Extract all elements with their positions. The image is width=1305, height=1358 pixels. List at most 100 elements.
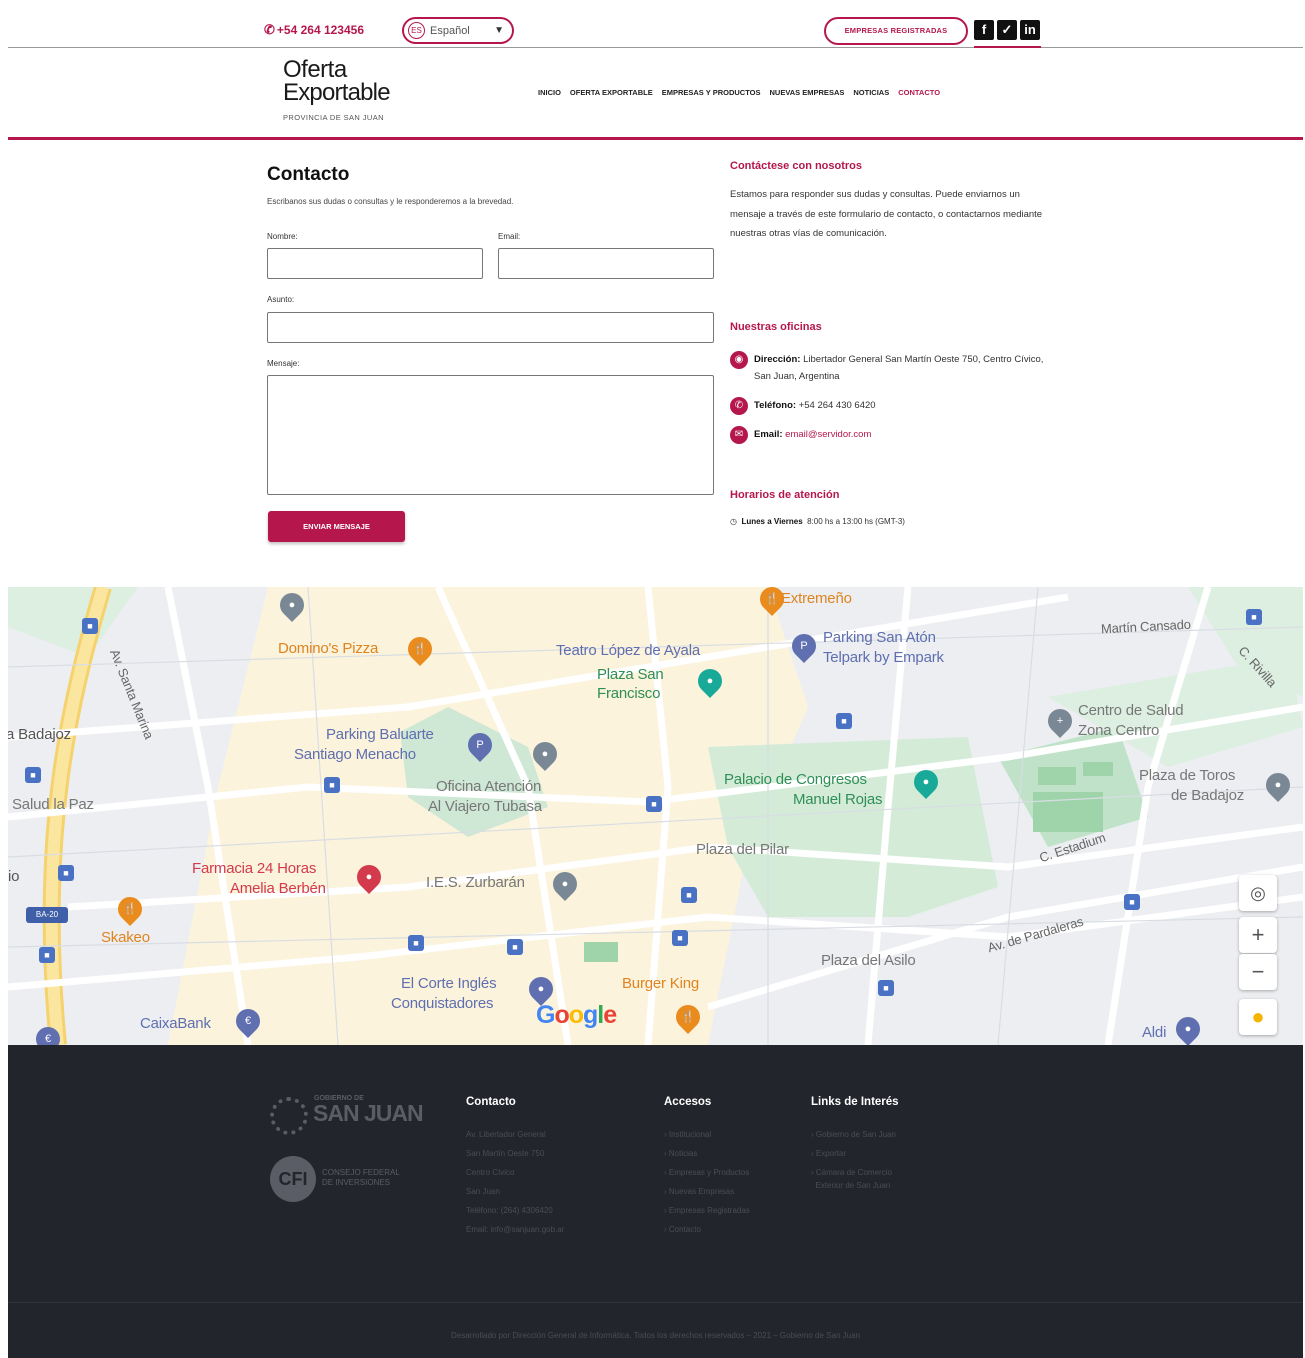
- name-field[interactable]: [267, 248, 483, 279]
- language-code-badge: ES: [408, 22, 425, 39]
- email-text: Email: email@servidor.com: [754, 426, 871, 444]
- pharmacy-pin-icon[interactable]: ●: [352, 860, 386, 894]
- main-nav: INICIO OFERTA EXPORTABLE EMPRESAS Y PROD…: [538, 88, 940, 97]
- park-pin-icon[interactable]: ●: [693, 664, 727, 698]
- nav-noticias[interactable]: NOTICIAS: [853, 88, 889, 97]
- place-pin-icon[interactable]: ●: [1261, 768, 1295, 802]
- footer-access-link[interactable]: › Contacto: [664, 1220, 750, 1239]
- language-select[interactable]: ES Español ▼: [402, 17, 514, 44]
- map-label: I.E.S. Zurbarán: [426, 874, 525, 891]
- message-field[interactable]: [267, 375, 714, 495]
- place-pin-icon[interactable]: ●: [275, 588, 309, 622]
- bus-stop-icon[interactable]: ■: [878, 980, 894, 996]
- footer-contact-line: Teléfono: (264) 4306420: [466, 1206, 553, 1215]
- zoom-out-button[interactable]: −: [1239, 954, 1277, 990]
- footer-access-link[interactable]: › Institucional: [664, 1125, 750, 1144]
- bus-stop-icon[interactable]: ■: [25, 767, 41, 783]
- bus-stop-icon[interactable]: ■: [672, 930, 688, 946]
- phone-link[interactable]: ✆ +54 264 123456: [264, 22, 364, 38]
- bus-stop-icon[interactable]: ■: [1246, 609, 1262, 625]
- bus-stop-icon[interactable]: ■: [408, 935, 424, 951]
- hours-label: Lunes a Viernes: [741, 517, 803, 526]
- restaurant-pin-icon[interactable]: 🍴: [403, 632, 437, 666]
- subject-label: Asunto:: [267, 295, 295, 304]
- health-pin-icon[interactable]: +: [1043, 704, 1077, 738]
- footer-links-heading: Links de Interés: [811, 1096, 899, 1108]
- twitter-icon[interactable]: ✓: [997, 20, 1017, 40]
- map-label: Centro de Salud: [1078, 702, 1184, 719]
- facebook-icon[interactable]: f: [974, 20, 994, 40]
- send-message-button[interactable]: ENVIAR MENSAJE: [268, 511, 405, 542]
- pegman-icon[interactable]: ●: [1239, 999, 1277, 1035]
- map-label: Manuel Rojas: [793, 791, 883, 808]
- map-label: Teatro López de Ayala: [556, 642, 700, 659]
- footer-interest-link[interactable]: › Gobierno de San Juan: [811, 1125, 896, 1144]
- bus-stop-icon[interactable]: ■: [324, 777, 340, 793]
- form-intro: Escribanos sus dudas o consultas y le re…: [267, 197, 514, 206]
- restaurant-pin-icon[interactable]: 🍴: [671, 1000, 705, 1034]
- phone-icon: ✆: [264, 22, 275, 37]
- cfi-text: CONSEJO FEDERAL DE INVERSIONES: [322, 1168, 400, 1187]
- address-label: Dirección:: [754, 354, 801, 365]
- footer-links-list: › Gobierno de San Juan › Exportar › Cáma…: [811, 1125, 896, 1192]
- bus-stop-icon[interactable]: ■: [507, 939, 523, 955]
- footer-access-link[interactable]: › Empresas Registradas: [664, 1201, 750, 1220]
- site-header: Oferta Exportable PROVINCIA DE SAN JUAN …: [8, 48, 1303, 140]
- map-label: a Badajoz: [8, 726, 71, 743]
- email-link[interactable]: email@servidor.com: [785, 429, 871, 440]
- footer-access-link[interactable]: › Empresas y Productos: [664, 1163, 750, 1182]
- address-text: Dirección: Libertador General San Martín…: [754, 351, 1050, 385]
- school-pin-icon[interactable]: ●: [548, 867, 582, 901]
- contact-heading: Contáctese con nosotros: [730, 160, 863, 172]
- parking-pin-icon[interactable]: P: [787, 629, 821, 663]
- footer-interest-link[interactable]: Exterior de San Juan: [811, 1179, 896, 1192]
- site-logo[interactable]: Oferta Exportable PROVINCIA DE SAN JUAN: [283, 58, 391, 123]
- email-field[interactable]: [498, 248, 714, 279]
- nav-oferta-exportable[interactable]: OFERTA EXPORTABLE: [570, 88, 653, 97]
- footer-access-link[interactable]: › Nuevas Empresas: [664, 1182, 750, 1201]
- subject-field[interactable]: [267, 312, 714, 343]
- footer-contact-line: Av. Libertador General: [466, 1130, 546, 1139]
- venue-pin-icon[interactable]: ●: [909, 765, 943, 799]
- my-location-icon[interactable]: ◎: [1239, 875, 1277, 911]
- map-label: Aldi: [1142, 1024, 1167, 1041]
- language-label: Español: [430, 24, 470, 37]
- shopping-pin-icon[interactable]: ●: [1171, 1012, 1205, 1045]
- address-row: ◉ Dirección: Libertador General San Mart…: [730, 351, 1050, 385]
- nav-inicio[interactable]: INICIO: [538, 88, 561, 97]
- bus-stop-icon[interactable]: ■: [39, 947, 55, 963]
- place-pin-icon[interactable]: ●: [528, 737, 562, 771]
- footer-interest-link[interactable]: › Exportar: [811, 1144, 896, 1163]
- parking-pin-icon[interactable]: P: [463, 728, 497, 762]
- map-label: Extremeño: [781, 590, 852, 607]
- bus-stop-icon[interactable]: ■: [1124, 894, 1140, 910]
- gov-san-juan-logo[interactable]: GOBIERNO DE SAN JUAN: [270, 1095, 424, 1135]
- footer-interest-link[interactable]: › Cámara de Comercio: [811, 1166, 896, 1179]
- phone-label: Teléfono:: [754, 400, 797, 411]
- bus-stop-icon[interactable]: ■: [681, 887, 697, 903]
- page-title: Contacto: [267, 164, 350, 185]
- nav-contacto[interactable]: CONTACTO: [898, 88, 940, 97]
- top-bar: ✆ +54 264 123456 ES Español ▼ EMPRESAS RE…: [8, 8, 1303, 49]
- restaurant-pin-icon[interactable]: 🍴: [113, 892, 147, 926]
- bus-stop-icon[interactable]: ■: [82, 618, 98, 634]
- phone-icon: ✆: [730, 397, 748, 415]
- offices-heading: Nuestras oficinas: [730, 321, 822, 333]
- phone-row: ✆ Teléfono: +54 264 430 6420: [730, 397, 876, 415]
- zoom-in-button[interactable]: +: [1239, 917, 1277, 953]
- registered-companies-button[interactable]: EMPRESAS REGISTRADAS: [824, 17, 968, 45]
- footer-contact-line: Centro Cívico: [466, 1168, 515, 1177]
- nav-nuevas-empresas[interactable]: NUEVAS EMPRESAS: [769, 88, 844, 97]
- google-map[interactable]: 🍴 ● 🍴 P ● + P ● ● ● ● ● 🍴 ● 🍴 € ● € ■ ■ …: [8, 587, 1303, 1045]
- footer-contact-line[interactable]: Email: info@sanjuan.gob.ar: [466, 1220, 564, 1239]
- bus-stop-icon[interactable]: ■: [646, 796, 662, 812]
- map-label: Plaza del Asilo: [821, 952, 916, 969]
- contact-text: Estamos para responder sus dudas y consu…: [730, 189, 1043, 239]
- linkedin-icon[interactable]: in: [1020, 20, 1040, 40]
- footer-access-link[interactable]: › Noticias: [664, 1144, 750, 1163]
- nav-empresas-productos[interactable]: EMPRESAS Y PRODUCTOS: [662, 88, 761, 97]
- bank-pin-icon[interactable]: €: [231, 1004, 265, 1038]
- map-label: Skakeo: [101, 929, 150, 946]
- bus-stop-icon[interactable]: ■: [836, 713, 852, 729]
- bus-stop-icon[interactable]: ■: [58, 865, 74, 881]
